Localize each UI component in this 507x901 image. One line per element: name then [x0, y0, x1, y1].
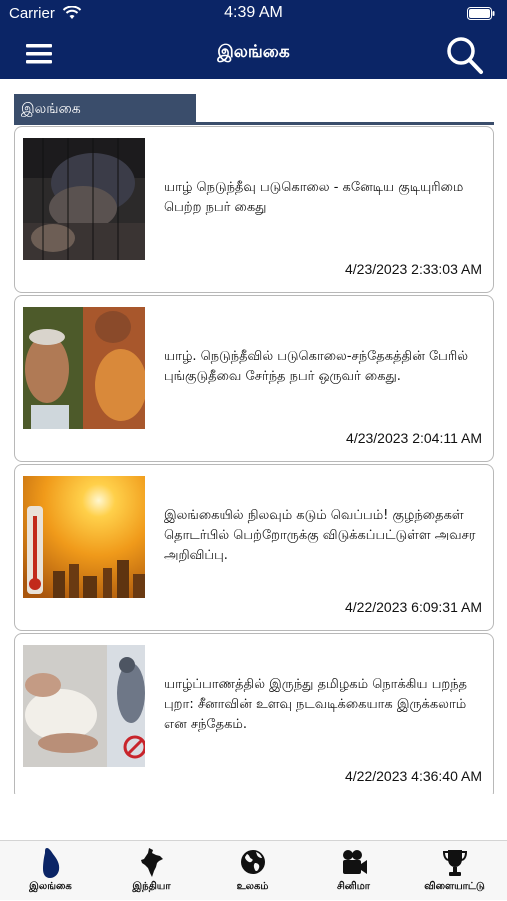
tab-world[interactable]: உலகம்	[202, 841, 303, 901]
india-map-icon	[141, 848, 163, 877]
trophy-icon	[442, 850, 468, 876]
page-title: இலங்கை	[217, 42, 290, 62]
news-headline-text: இலங்கையில் நிலவும் கடும் வெப்பம்! குழந்த…	[164, 508, 476, 563]
tab-label: இந்தியா	[132, 881, 171, 892]
search-icon[interactable]	[443, 34, 485, 76]
news-card[interactable]: யாழ். நெடுந்தீவில் படுகொலை-சந்தேகத்தின் …	[14, 295, 494, 462]
hamburger-menu-icon[interactable]	[24, 39, 54, 69]
news-headline: யாழ்ப்பாணத்தில் இருந்து தமிழகம் நொக்கிய …	[164, 634, 482, 776]
news-timestamp: 4/23/2023 2:04:11 AM	[346, 430, 482, 446]
news-headline: யாழ். நெடுந்தீவில் படுகொலை-சந்தேகத்தின் …	[164, 296, 482, 438]
tab-label: உலகம்	[236, 881, 269, 892]
tab-sports[interactable]: விளையாட்டு	[404, 841, 505, 901]
globe-icon	[241, 850, 265, 874]
news-timestamp: 4/22/2023 4:36:40 AM	[345, 768, 482, 784]
tab-label: விளையாட்டு	[424, 881, 485, 892]
bottom-tab-bar: இலங்கை இந்தியா உலகம் சினிமா விளையாட்டு	[0, 840, 507, 900]
news-headline-text: யாழ். நெடுந்தீவில் படுகொலை-சந்தேகத்தின் …	[164, 349, 468, 384]
news-thumbnail	[23, 645, 145, 767]
news-headline: இலங்கையில் நிலவும் கடும் வெப்பம்! குழந்த…	[164, 465, 482, 607]
tab-india[interactable]: இந்தியா	[101, 841, 202, 901]
news-headline: யாழ் நெடுந்தீவு படுகொலை - கனேடிய குடியுர…	[164, 127, 482, 269]
top-nav-bar: இலங்கை	[0, 30, 507, 79]
news-thumbnail	[23, 476, 145, 598]
status-bar: Carrier 4:39 AM	[0, 0, 507, 30]
battery-icon	[467, 7, 495, 20]
news-card[interactable]: யாழ்ப்பாணத்தில் இருந்து தமிழகம் நொக்கிய …	[14, 633, 494, 794]
tab-sri-lanka[interactable]: இலங்கை	[0, 841, 101, 901]
sri-lanka-map-icon	[43, 848, 60, 878]
news-headline-text: யாழ் நெடுந்தீவு படுகொலை - கனேடிய குடியுர…	[164, 180, 464, 215]
news-thumbnail	[23, 138, 145, 260]
section-header: இலங்கை	[14, 94, 494, 128]
tab-label: சினிமா	[336, 881, 371, 892]
status-time: 4:39 AM	[224, 4, 283, 21]
news-card[interactable]: யாழ் நெடுந்தீவு படுகொலை - கனேடிய குடியுர…	[14, 126, 494, 293]
news-timestamp: 4/22/2023 6:09:31 AM	[345, 599, 482, 615]
news-thumbnail	[23, 307, 145, 429]
tab-label: இலங்கை	[29, 881, 72, 892]
section-divider	[14, 122, 494, 125]
movie-camera-icon	[343, 850, 367, 874]
tab-cinema[interactable]: சினிமா	[303, 841, 404, 901]
news-headline-text: யாழ்ப்பாணத்தில் இருந்து தமிழகம் நொக்கிய …	[164, 677, 468, 732]
section-tab-label: இலங்கை	[14, 94, 196, 124]
news-list[interactable]: யாழ் நெடுந்தீவு படுகொலை - கனேடிய குடியுர…	[0, 126, 507, 794]
news-timestamp: 4/23/2023 2:33:03 AM	[345, 261, 482, 277]
news-card[interactable]: இலங்கையில் நிலவும் கடும் வெப்பம்! குழந்த…	[14, 464, 494, 631]
